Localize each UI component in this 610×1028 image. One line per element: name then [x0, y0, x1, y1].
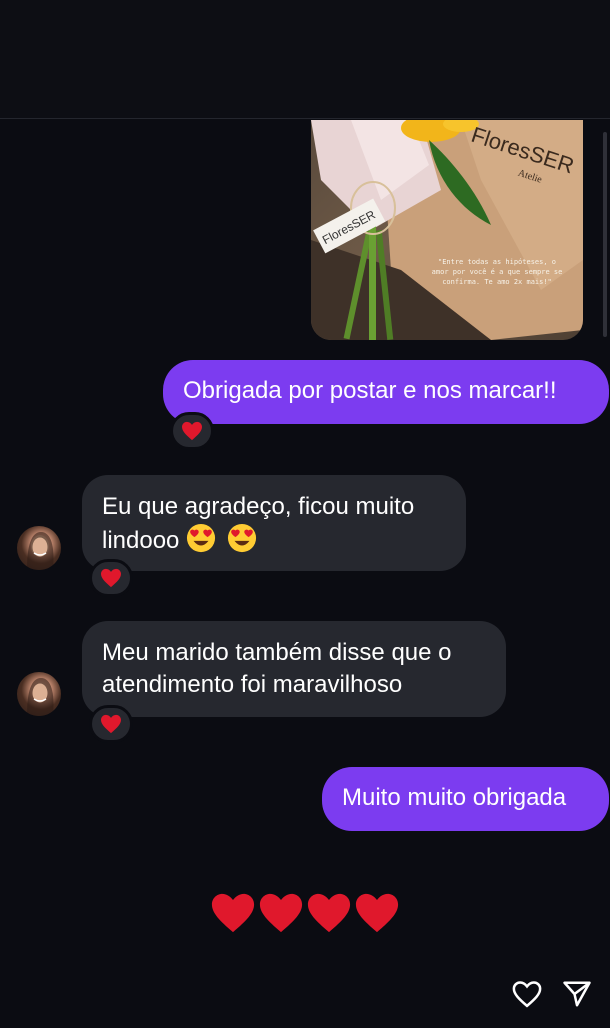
top-bar [0, 0, 610, 119]
avatar-photo [27, 532, 54, 570]
avatar-photo [27, 678, 54, 716]
message-line-with-emoji: lindooo [102, 523, 446, 557]
red-heart-icon [355, 893, 399, 933]
red-heart-icon [182, 421, 202, 441]
note-line-1: "Entre todas as hipóteses, o [438, 258, 556, 266]
message-line: Eu que agradeço, ficou muito [102, 493, 415, 520]
red-heart-icon [101, 714, 121, 734]
red-heart-icon [259, 893, 303, 933]
heart-outline-icon[interactable] [512, 980, 542, 1008]
heart-eyes-emoji-icon [187, 523, 216, 553]
note-line-2: amor por você é a que sempre se [432, 268, 563, 276]
avatar[interactable] [17, 526, 61, 570]
red-heart-icon [211, 893, 255, 933]
message-bubble-incoming[interactable]: Eu que agradeço, ficou muito lindooo [82, 475, 466, 571]
reaction-heart[interactable] [170, 412, 214, 450]
reaction-heart[interactable] [89, 705, 133, 743]
message-line: Meu marido também disse que o [102, 639, 452, 666]
story-photo: FloresSER FloresSER Atelie "Entre todas … [311, 120, 583, 340]
message-text: Obrigada por postar e nos marcar!! [183, 377, 557, 404]
reaction-heart[interactable] [89, 559, 133, 597]
paper-plane-icon[interactable] [562, 979, 592, 1009]
message-line: lindooo [102, 527, 180, 554]
message-bubble-outgoing[interactable]: Obrigada por postar e nos marcar!! [163, 360, 609, 424]
message-text: Muito muito obrigada [342, 784, 567, 811]
note-line-3: confirma. Te amo 2x mais!" [442, 278, 552, 286]
red-heart-icon [307, 893, 351, 933]
message-line: atendimento foi maravilhoso [102, 671, 403, 698]
red-heart-icon [101, 568, 121, 588]
avatar[interactable] [17, 672, 61, 716]
scrollbar[interactable] [603, 132, 607, 337]
message-bubble-outgoing[interactable]: Muito muito obrigada [322, 767, 609, 831]
heart-eyes-emoji-icon [227, 523, 256, 553]
hearts-emoji-message[interactable] [210, 890, 400, 942]
message-bubble-incoming[interactable]: Meu marido também disse que o atendiment… [82, 621, 506, 717]
shared-story-image[interactable]: FloresSER FloresSER Atelie "Entre todas … [311, 120, 583, 340]
